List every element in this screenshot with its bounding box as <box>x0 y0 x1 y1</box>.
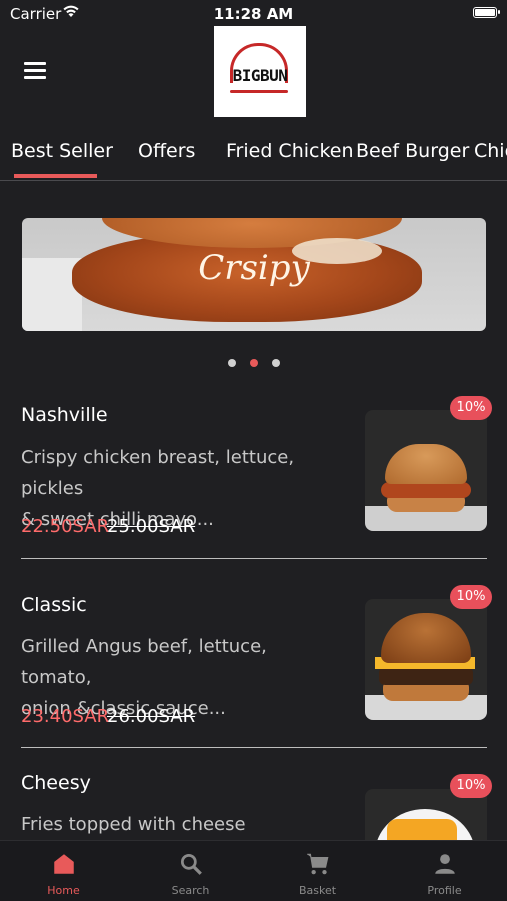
nav-basket-label: Basket <box>298 884 337 897</box>
logo-text: BIGBUN <box>232 66 288 85</box>
nav-home-label: Home <box>47 884 80 897</box>
logo-base <box>230 90 288 93</box>
item-name: Nashville <box>21 404 108 426</box>
item-image <box>365 599 487 720</box>
item-description-line-1: Fries topped with cheese <box>21 814 246 835</box>
item-image <box>365 410 487 531</box>
carousel-dot-3[interactable] <box>271 359 280 367</box>
item-old-price: 25.00SAR <box>107 516 196 537</box>
banner-text: Crsipy <box>198 248 310 288</box>
person-icon <box>434 854 455 874</box>
tab-fried-chicken[interactable]: Fried Chicken <box>226 140 354 162</box>
tab-chicken-partial[interactable]: Chic <box>474 140 507 162</box>
nav-profile[interactable]: Profile <box>381 841 507 901</box>
item-description: Fries topped with cheese <box>21 809 341 840</box>
carousel-dot-1[interactable] <box>227 359 236 367</box>
search-icon <box>180 853 202 875</box>
battery-icon <box>473 7 500 18</box>
clock: 11:28 AM <box>213 5 294 23</box>
bottom-navigation: Home Search Basket Profile <box>0 840 507 901</box>
nav-basket[interactable]: Basket <box>254 841 381 901</box>
active-tab-indicator <box>14 174 97 178</box>
tab-best-seller[interactable]: Best Seller <box>11 140 113 162</box>
item-price: 23.40SAR <box>21 706 110 727</box>
nav-search[interactable]: Search <box>127 841 254 901</box>
nav-search-label: Search <box>171 884 210 897</box>
item-name: Classic <box>21 594 87 616</box>
home-icon <box>53 854 74 874</box>
nav-profile-label: Profile <box>427 884 462 897</box>
menu-item-cheesy[interactable]: Cheesy Fries topped with cheese 10% <box>0 760 507 840</box>
tab-beef-burger[interactable]: Beef Burger <box>356 140 469 162</box>
tab-offers[interactable]: Offers <box>138 140 195 162</box>
item-divider <box>21 558 487 559</box>
discount-badge: 10% <box>450 774 492 798</box>
status-bar: Carrier 11:28 AM <box>0 0 507 26</box>
nav-home[interactable]: Home <box>0 841 127 901</box>
discount-badge: 10% <box>450 585 492 609</box>
discount-badge: 10% <box>450 396 492 420</box>
menu-item-nashville[interactable]: Nashville Crispy chicken breast, lettuce… <box>0 380 507 560</box>
item-old-price: 26.00SAR <box>107 706 196 727</box>
promo-banner[interactable]: Crsipy <box>22 218 486 331</box>
item-name: Cheesy <box>21 772 91 794</box>
item-price: 22.50SAR <box>21 516 110 537</box>
category-tabs: Best Seller Offers Fried Chicken Beef Bu… <box>0 130 507 181</box>
carousel-dot-2[interactable] <box>249 359 258 367</box>
item-divider <box>21 747 487 748</box>
hamburger-menu-icon[interactable] <box>24 62 46 80</box>
item-description-line-1: Grilled Angus beef, lettuce, tomato, <box>21 636 267 688</box>
carousel-dots <box>0 352 507 371</box>
cart-icon <box>306 853 328 875</box>
item-description-line-1: Crispy chicken breast, lettuce, pickles <box>21 447 295 499</box>
brand-logo: BIGBUN <box>214 26 306 117</box>
menu-item-classic[interactable]: Classic Grilled Angus beef, lettuce, tom… <box>0 570 507 750</box>
